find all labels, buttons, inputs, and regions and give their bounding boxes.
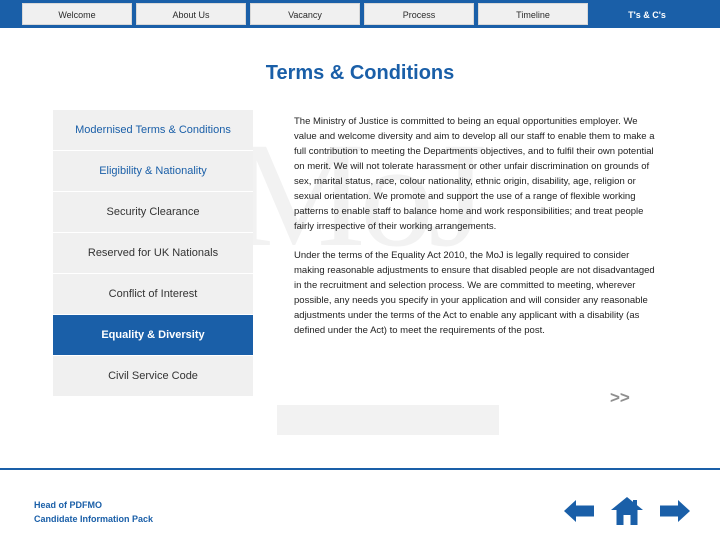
section-menu: Modernised Terms & Conditions Eligibilit… xyxy=(53,110,253,397)
more-content-indicator[interactable]: >> xyxy=(610,388,630,408)
watermark-block xyxy=(277,405,499,435)
footer-line-1: Head of PDFMO xyxy=(34,500,103,510)
menu-item-modernised-terms-conditions[interactable]: Modernised Terms & Conditions xyxy=(53,110,253,151)
nav-tab-timeline[interactable]: Timeline xyxy=(478,3,588,25)
footer-line-2: Candidate Information Pack xyxy=(34,513,154,524)
menu-item-civil-service-code[interactable]: Civil Service Code xyxy=(53,356,253,397)
nav-tab-about-us[interactable]: About Us xyxy=(136,3,246,25)
back-arrow-icon[interactable] xyxy=(562,498,596,524)
menu-item-eligibility-nationality[interactable]: Eligibility & Nationality xyxy=(53,151,253,192)
footer-navigation xyxy=(562,496,692,526)
menu-item-conflict-of-interest[interactable]: Conflict of Interest xyxy=(53,274,253,315)
menu-item-security-clearance[interactable]: Security Clearance xyxy=(53,192,253,233)
forward-arrow-icon[interactable] xyxy=(658,498,692,524)
content-paragraph-1: The Ministry of Justice is committed to … xyxy=(294,116,655,232)
content-paragraph-2: Under the terms of the Equality Act 2010… xyxy=(294,250,655,336)
footer-caption: Head of PDFMO Candidate Information Pack xyxy=(34,499,153,527)
footer-divider xyxy=(0,468,720,470)
nav-tab-terms-and-conditions[interactable]: T's & C's xyxy=(592,3,702,25)
menu-item-equality-diversity[interactable]: Equality & Diversity xyxy=(53,315,253,356)
content-body: The Ministry of Justice is committed to … xyxy=(294,114,662,352)
home-icon[interactable] xyxy=(610,496,644,526)
nav-tab-vacancy[interactable]: Vacancy xyxy=(250,3,360,25)
nav-tab-process[interactable]: Process xyxy=(364,3,474,25)
nav-tab-welcome[interactable]: Welcome xyxy=(22,3,132,25)
page-title: Terms & Conditions xyxy=(265,62,455,84)
menu-item-reserved-for-uk-nationals[interactable]: Reserved for UK Nationals xyxy=(53,233,253,274)
